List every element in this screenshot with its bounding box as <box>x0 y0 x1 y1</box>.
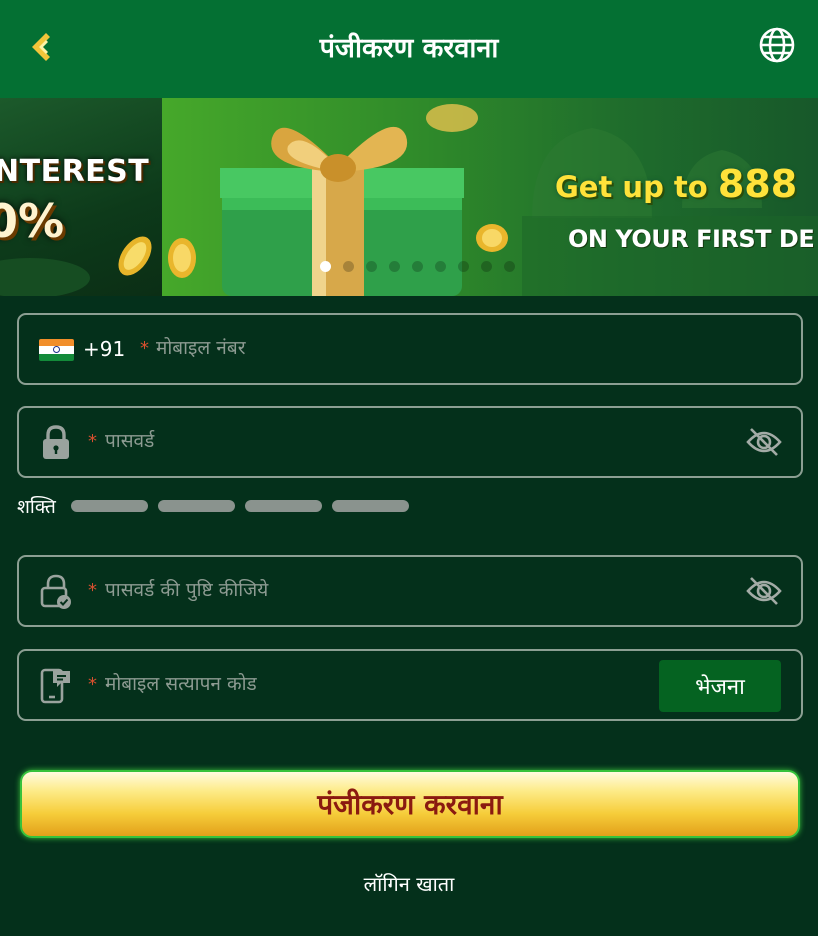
page-title: पंजीकरण करवाना <box>319 33 499 64</box>
verification-code-input[interactable] <box>105 673 575 695</box>
banner-slide-previous: NTEREST 0% <box>0 98 162 296</box>
carousel-pagination <box>320 261 515 272</box>
country-code[interactable]: +91 <box>83 337 125 361</box>
toggle-confirm-password-visibility[interactable] <box>745 574 783 608</box>
password-strength-meter: शक्ति <box>17 493 437 518</box>
banner-subheadline: ON YOUR FIRST DE <box>568 225 815 253</box>
banner-headline-prefix: Get up to <box>555 170 708 204</box>
required-mark: * <box>88 431 97 452</box>
eye-off-icon <box>746 428 782 456</box>
send-code-button[interactable]: भेजना <box>659 660 781 712</box>
password-field[interactable]: * <box>17 406 803 478</box>
banner-left-line1: NTEREST <box>0 154 150 189</box>
confirm-password-field[interactable]: * <box>17 555 803 627</box>
verification-code-field[interactable]: * भेजना <box>17 649 803 721</box>
confirm-password-input[interactable] <box>105 579 625 601</box>
banner-left-line2: 0% <box>0 194 65 248</box>
globe-icon <box>759 27 795 63</box>
carousel-dot[interactable] <box>320 261 331 272</box>
toggle-password-visibility[interactable] <box>745 425 783 459</box>
strength-segment <box>245 500 322 512</box>
carousel-dot[interactable] <box>343 261 354 272</box>
banner-headline-amount: 888 <box>717 162 798 206</box>
strength-segment <box>71 500 148 512</box>
phone-field[interactable]: +91 * <box>17 313 803 385</box>
carousel-dot[interactable] <box>366 261 377 272</box>
login-account-link[interactable]: लॉगिन खाता <box>0 870 818 897</box>
register-button[interactable]: पंजीकरण करवाना <box>20 770 800 838</box>
carousel-dot[interactable] <box>458 261 469 272</box>
header-bar: पंजीकरण करवाना <box>0 0 818 98</box>
strength-segment <box>158 500 235 512</box>
required-mark: * <box>140 338 149 359</box>
mobile-number-input[interactable] <box>156 337 676 359</box>
banner-headline: Get up to 888 <box>555 162 797 206</box>
promo-banner-carousel[interactable]: NTEREST 0% Get up to 888 ON YOUR FIRST D… <box>0 98 818 296</box>
lock-icon <box>43 425 69 459</box>
strength-segment <box>332 500 409 512</box>
carousel-dot[interactable] <box>504 261 515 272</box>
required-mark: * <box>88 674 97 695</box>
strength-label: शक्ति <box>17 496 56 518</box>
password-input[interactable] <box>105 430 625 452</box>
carousel-dot[interactable] <box>435 261 446 272</box>
language-button[interactable] <box>758 26 796 64</box>
india-flag-icon[interactable] <box>39 339 74 361</box>
eye-off-icon <box>746 577 782 605</box>
carousel-dot[interactable] <box>481 261 492 272</box>
required-mark: * <box>88 580 97 601</box>
lock-check-icon <box>40 574 71 609</box>
carousel-dot[interactable] <box>412 261 423 272</box>
phone-message-icon <box>40 668 70 704</box>
carousel-dot[interactable] <box>389 261 400 272</box>
